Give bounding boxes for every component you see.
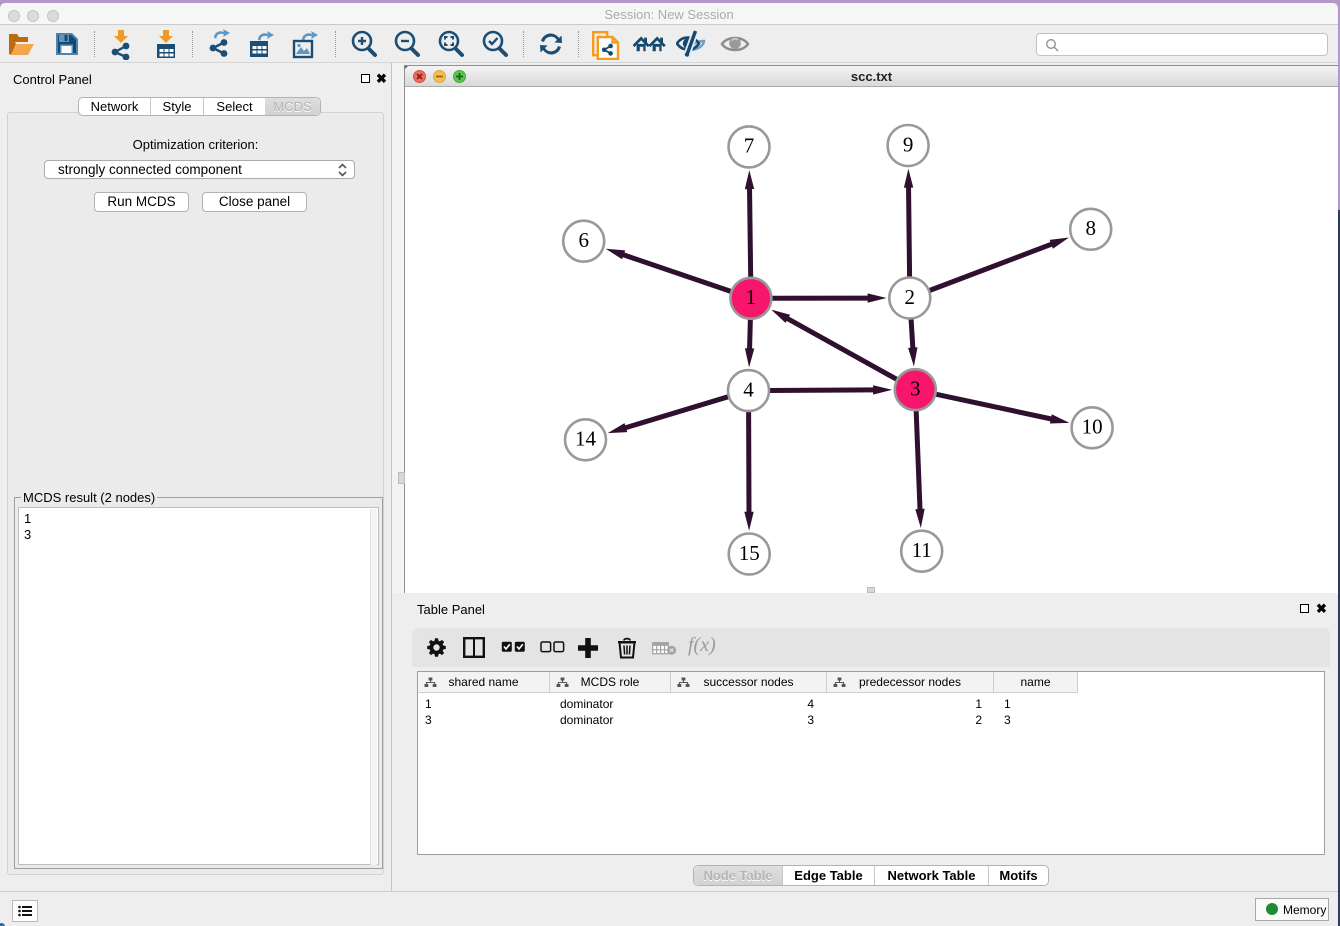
svg-text:4: 4 [743, 377, 754, 401]
svg-text:15: 15 [739, 541, 760, 565]
svg-text:6: 6 [578, 228, 589, 252]
svg-text:2: 2 [905, 285, 916, 309]
svg-text:7: 7 [744, 134, 755, 158]
svg-text:3: 3 [910, 377, 921, 401]
svg-text:1: 1 [746, 285, 757, 309]
svg-text:9: 9 [903, 132, 914, 156]
svg-text:14: 14 [575, 427, 597, 451]
svg-text:11: 11 [912, 538, 932, 562]
svg-text:10: 10 [1082, 415, 1103, 439]
svg-text:8: 8 [1085, 216, 1096, 240]
